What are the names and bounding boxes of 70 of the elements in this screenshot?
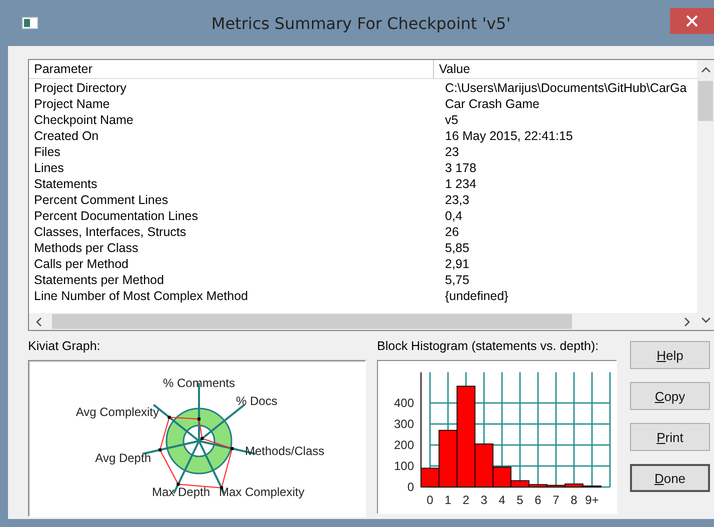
y-tick-label: 300 <box>394 417 414 431</box>
axis-label: Max Depth <box>152 485 210 499</box>
close-icon[interactable] <box>686 15 698 27</box>
table-cell-text: {undefined} <box>444 289 510 303</box>
axis-label: Avg Complexity <box>76 405 159 419</box>
x-tick-label: 7 <box>552 493 560 507</box>
vertical-scrollbar[interactable] <box>697 60 714 330</box>
y-tick-label: 0 <box>407 480 414 494</box>
table-cell-text: Project Name <box>33 97 111 111</box>
scroll-thumb[interactable] <box>52 314 572 329</box>
horizontal-scrollbar[interactable] <box>29 313 697 330</box>
table-cell-text: Lines <box>33 161 65 175</box>
y-tick-label: 100 <box>394 459 414 473</box>
kiviat-title: Kiviat Graph: <box>28 339 102 355</box>
table-cell-text: 5,75 <box>444 273 470 287</box>
scroll-thumb[interactable] <box>698 81 713 121</box>
table-cell-text: Line Number of Most Complex Method <box>33 289 249 303</box>
app-icon <box>22 17 38 29</box>
axis-label: % Comments <box>162 376 236 390</box>
table-cell-text: 23 <box>444 145 460 159</box>
x-tick-label: 1 <box>444 493 452 507</box>
table-cell-text: Percent Comment Lines <box>33 193 170 207</box>
table-cell-text: Methods per Class <box>33 241 140 255</box>
dialog-button[interactable]: Copy <box>630 382 710 410</box>
axis-label: % Docs <box>236 394 278 408</box>
axis-label: Methods/Class <box>245 444 324 458</box>
table-cell-text: 26 <box>444 225 460 239</box>
column-header[interactable]: Value <box>434 60 697 78</box>
x-tick-label: 9+ <box>585 493 599 507</box>
x-tick-label: 8 <box>570 493 578 507</box>
table-cell-text: 0,4 <box>444 209 464 223</box>
close-button[interactable] <box>670 8 714 34</box>
scroll-down-icon[interactable] <box>700 317 710 324</box>
table-cell-text: Car Crash Game <box>444 97 540 111</box>
axis-label: Avg Depth <box>95 451 151 465</box>
table-cell-text: Percent Documentation Lines <box>33 209 199 223</box>
axis-label: Max Complexity <box>219 485 304 499</box>
scroll-left-icon[interactable] <box>35 316 42 326</box>
table-cell-text: C:\Users\Marijus\Documents\GitHub\CarGa <box>444 81 688 95</box>
x-tick-label: 6 <box>534 493 542 507</box>
table-cell-text: 1 234 <box>444 177 478 191</box>
histogram-title: Block Histogram (statements vs. depth): <box>377 339 600 355</box>
x-tick-label: 4 <box>498 493 506 507</box>
table-cell-text: Project Directory <box>33 81 128 95</box>
dialog-button[interactable]: Print <box>630 423 710 451</box>
y-tick-label: 200 <box>394 438 414 452</box>
table-cell-text: Calls per Method <box>33 257 130 271</box>
x-tick-label: 2 <box>462 493 470 507</box>
scroll-up-icon[interactable] <box>700 66 710 73</box>
table-cell-text: 2,91 <box>444 257 470 271</box>
dialog-button[interactable]: Help <box>630 341 710 369</box>
table-cell-text: 16 May 2015, 22:41:15 <box>444 129 574 143</box>
x-tick-label: 0 <box>426 493 434 507</box>
table-cell-text: 3 178 <box>444 161 478 175</box>
table-cell-text: v5 <box>444 113 460 127</box>
scroll-right-icon[interactable] <box>684 316 691 326</box>
table-cell-text: Checkpoint Name <box>33 113 134 127</box>
table-cell-text: 5,85 <box>444 241 470 255</box>
window-title: Metrics Summary For Checkpoint 'v5' <box>210 14 512 32</box>
x-tick-label: 3 <box>480 493 488 507</box>
table-cell-text: Created On <box>33 129 100 143</box>
table-cell-text: Statements <box>33 177 98 191</box>
y-tick-label: 400 <box>394 396 414 410</box>
table-cell-text: Files <box>33 145 62 159</box>
table-cell-text: Classes, Interfaces, Structs <box>33 225 188 239</box>
table-cell-text: 23,3 <box>444 193 470 207</box>
column-header[interactable]: Parameter <box>29 60 434 78</box>
table-cell-text: Statements per Method <box>33 273 165 287</box>
x-tick-label: 5 <box>516 493 524 507</box>
dialog-button[interactable]: Done <box>630 464 710 492</box>
